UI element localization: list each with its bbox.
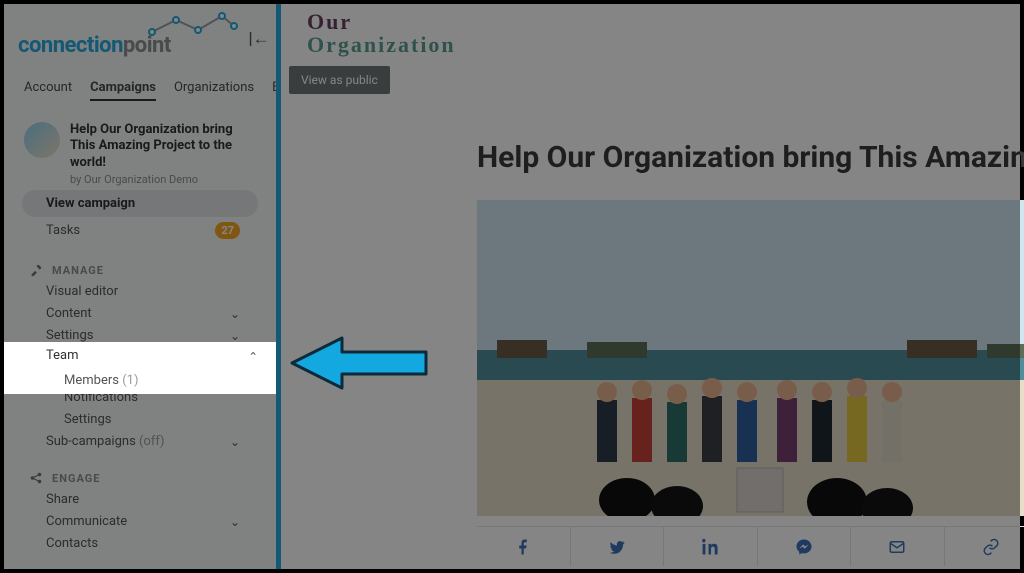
sub-campaigns-row[interactable]: Sub-campaigns (off) ⌄	[22, 428, 258, 455]
share-label: Share	[46, 492, 240, 507]
page-title: Help Our Organization bring This Amazing…	[477, 140, 1020, 175]
engage-label: ENGAGE	[52, 472, 100, 485]
share-link[interactable]	[945, 527, 1024, 566]
chevron-down-icon: ⌄	[230, 307, 240, 321]
contacts-label: Contacts	[46, 536, 240, 551]
members-count: (1)	[122, 373, 138, 388]
campaign-title: Help Our Organization bring This Amazing…	[70, 122, 258, 171]
tasks-row[interactable]: Tasks 27	[22, 216, 258, 245]
org-logo-line1: Our	[307, 10, 456, 33]
collapse-sidebar-button[interactable]: |←	[246, 26, 272, 52]
members-row[interactable]: Members (1)	[4, 369, 276, 394]
visual-editor-label: Visual editor	[46, 284, 240, 299]
brand-part1: connection	[18, 33, 123, 58]
chevron-down-icon: ⌄	[230, 329, 240, 343]
nav-organizations[interactable]: Organizations	[174, 80, 254, 101]
org-logo-line2: Organization	[307, 33, 456, 56]
org-logo: Our Organization	[307, 10, 456, 56]
linkedin-icon	[701, 538, 719, 556]
twitter-icon	[608, 538, 626, 556]
chevron-down-icon: ⌄	[230, 515, 240, 529]
share-email[interactable]	[851, 527, 945, 566]
email-icon	[888, 538, 906, 556]
team-label: Team	[46, 348, 248, 363]
view-campaign-button[interactable]: View campaign	[22, 190, 258, 217]
facebook-icon	[514, 538, 532, 556]
share-messenger[interactable]	[758, 527, 852, 566]
link-icon	[982, 538, 1000, 556]
callout-arrow	[288, 334, 428, 392]
share-linkedin[interactable]	[664, 527, 758, 566]
campaign-avatar	[24, 122, 60, 158]
brand-logo[interactable]: connectionpoint	[18, 10, 258, 58]
sub-campaigns-label: Sub-campaigns	[46, 434, 136, 449]
manage-label: MANAGE	[52, 264, 104, 277]
contacts-row[interactable]: Contacts	[22, 530, 258, 557]
share-nodes-icon	[28, 470, 44, 486]
content-label: Content	[46, 306, 230, 321]
share-facebook[interactable]	[477, 527, 571, 566]
campaign-header[interactable]: Help Our Organization bring This Amazing…	[24, 122, 258, 186]
nav-account[interactable]: Account	[24, 80, 72, 101]
messenger-icon	[795, 538, 813, 556]
share-bar	[477, 526, 1024, 566]
share-twitter[interactable]	[571, 527, 665, 566]
chevron-up-icon: ⌄	[248, 349, 258, 363]
tasks-count-badge: 27	[215, 222, 240, 239]
view-as-public-button[interactable]: View as public	[289, 66, 390, 94]
team-settings-label: Settings	[64, 412, 240, 427]
nav-campaigns[interactable]: Campaigns	[90, 80, 156, 101]
sub-campaigns-state: (off)	[139, 434, 165, 449]
team-row[interactable]: Team ⌄	[4, 342, 276, 369]
campaign-subtitle: by Our Organization Demo	[70, 173, 258, 186]
communicate-label: Communicate	[46, 514, 230, 529]
settings-label: Settings	[46, 328, 230, 343]
tasks-label: Tasks	[46, 223, 209, 238]
members-label: Members	[64, 373, 119, 388]
tools-icon	[28, 262, 44, 278]
hero-image	[477, 200, 1024, 516]
logo-network-icon	[148, 10, 238, 38]
chevron-down-icon: ⌄	[230, 435, 240, 449]
